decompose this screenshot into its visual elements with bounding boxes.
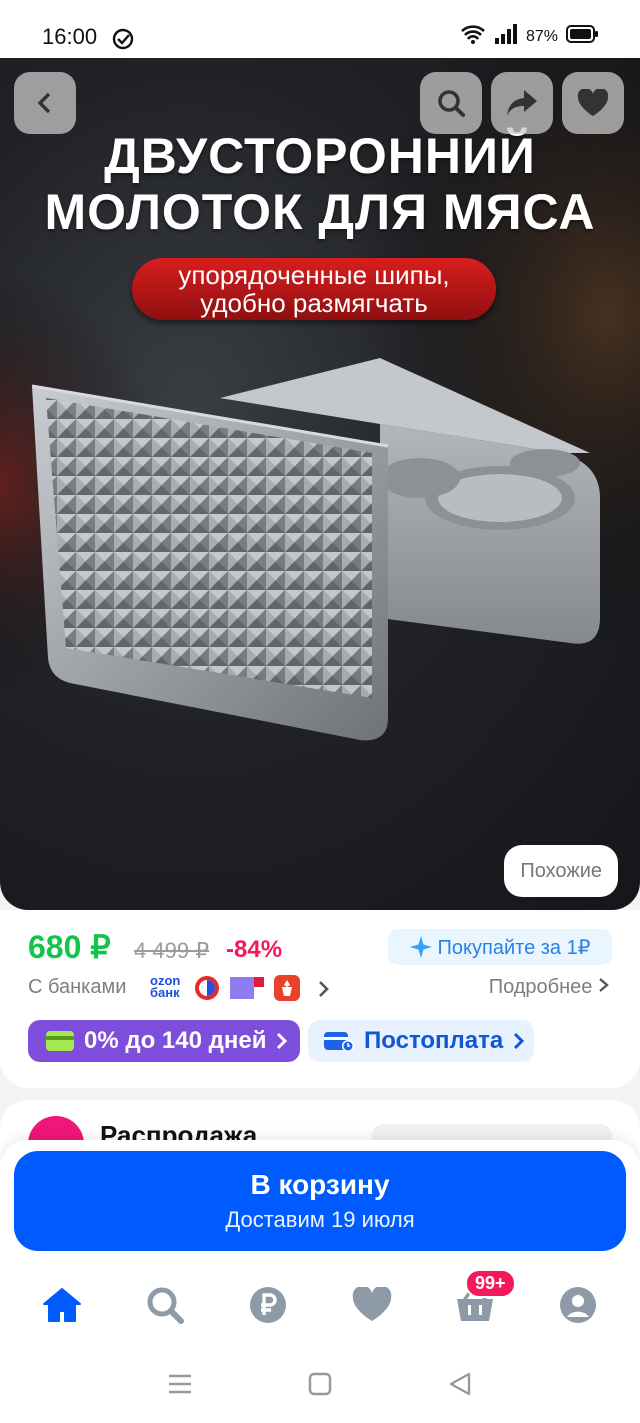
ozon-bank-logo-bottom: банк [150,985,180,1000]
share-icon [507,90,537,116]
add-to-cart-label: В корзину [250,1169,390,1200]
home-icon [42,1288,81,1322]
buy-for-one-label: Покупайте за 1₽ [437,936,591,959]
hero-title-line1: ДВУСТОРОННИЙ [104,128,536,184]
hero-badge-line2: удобно размягчать [200,288,428,318]
status-time: 16:00 [42,24,98,49]
nav-home[interactable] [32,1275,92,1335]
current-price: 680 ₽ [28,929,111,965]
system-nav [0,1350,640,1423]
chevron-left-icon [37,92,51,114]
share-button[interactable] [491,72,553,134]
search-button[interactable] [420,72,482,134]
similar-button[interactable]: Похожие [504,845,618,897]
chevron-right-icon [599,978,609,992]
chevron-right-icon [514,1032,525,1050]
back-button[interactable] [14,72,76,134]
more-link[interactable]: Подробнее [489,976,610,999]
nav-cart[interactable]: 99+ [445,1269,516,1335]
heart-icon [577,89,609,116]
bank-logo-2 [194,975,220,1006]
discount-badge: -84% [226,936,283,963]
wifi-icon [460,24,486,49]
profile-icon [560,1287,597,1323]
add-to-cart-button[interactable]: В корзину Доставим 19 июля [14,1151,626,1251]
battery-percent: 87% [525,27,558,45]
signal-icon [494,24,518,49]
bank-logo-4 [274,975,300,1006]
postpay-card-icon [324,1032,354,1052]
buy-for-one-button[interactable]: Покупайте за 1₽ [388,929,612,965]
hero-title: ДВУСТОРОННИЙ МОЛОТОК ДЛЯ МЯСА [0,128,640,240]
nav-finance[interactable] [238,1275,298,1335]
back-triangle-icon[interactable] [447,1371,473,1402]
heart-icon [352,1287,391,1321]
old-price: 4 499 ₽ [134,938,210,963]
search-icon [147,1287,184,1324]
postpay-label: Постоплата [364,1027,504,1054]
banks-label: С банками [28,976,127,998]
ruble-icon [250,1287,287,1323]
installment-button[interactable]: 0% до 140 дней [28,1020,300,1062]
card-icon [46,1031,74,1051]
hero-badge-line1: упорядоченные шипы, [178,260,450,290]
delivery-date: Доставим 19 июля [225,1207,415,1232]
home-square-icon[interactable] [308,1372,332,1401]
status-icons: 87% [460,24,598,49]
ozon-bank-logo: ozon банк [150,974,186,1000]
check-icon [112,28,134,55]
hero-badge: упорядоченные шипы, удобно размягчать [132,258,496,320]
installment-label: 0% до 140 дней [84,1027,267,1054]
postpay-button[interactable]: Постоплата [308,1020,534,1062]
menu-icon[interactable] [167,1373,193,1400]
nav-search[interactable] [135,1275,195,1335]
nav-profile[interactable] [548,1275,608,1335]
bottom-nav: 99+ [0,1269,640,1340]
bank-logo-3 [230,977,264,1004]
hero-title-line2: МОЛОТОК ДЛЯ МЯСА [44,184,596,240]
battery-icon [566,25,598,48]
chevron-right-icon [277,1032,288,1050]
favorite-button[interactable] [562,72,624,134]
cart-badge: 99+ [464,1269,516,1298]
product-image[interactable]: ДВУСТОРОННИЙ МОЛОТОК ДЛЯ МЯСА упорядочен… [0,58,640,910]
nav-favorites[interactable] [342,1275,402,1335]
more-label: Подробнее [488,976,593,998]
sparkle-icon [409,936,432,958]
search-icon [438,90,465,117]
chevron-right-icon[interactable] [318,980,330,1003]
